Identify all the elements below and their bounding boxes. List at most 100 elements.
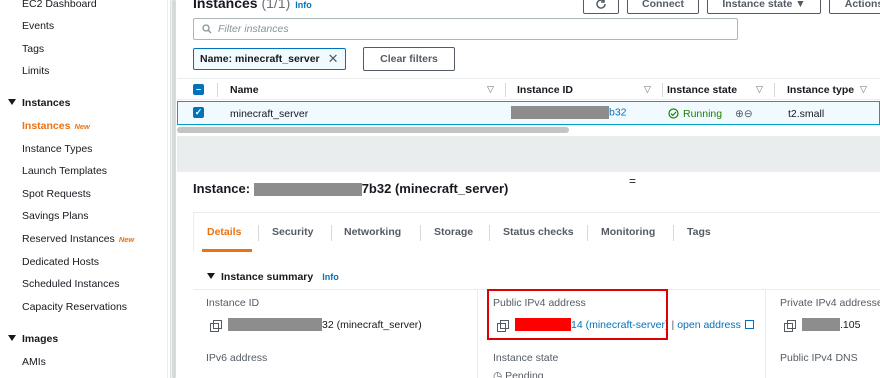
horizontal-scrollbar[interactable] bbox=[177, 127, 569, 133]
open-address-link[interactable]: open address bbox=[677, 319, 741, 331]
tab-tags[interactable]: Tags bbox=[687, 226, 711, 238]
column-header-instance-type[interactable]: Instance type bbox=[787, 84, 854, 96]
tab-divider bbox=[420, 225, 421, 241]
instance-state-button[interactable]: Instance state ▼ bbox=[707, 0, 821, 14]
table-header: – Name ▽ Instance ID ▽ Instance state ▽ … bbox=[177, 78, 880, 100]
pending-icon: ◷ bbox=[493, 370, 506, 378]
sidebar-item-events[interactable]: Events bbox=[22, 20, 54, 32]
select-all-checkbox[interactable]: – bbox=[193, 84, 204, 95]
filter-token[interactable]: Name: minecraft_server ✕ bbox=[193, 48, 346, 70]
zoom-icon[interactable]: ⊕⊖ bbox=[735, 108, 753, 120]
sidebar-item-dedicated-hosts[interactable]: Dedicated Hosts bbox=[22, 256, 99, 268]
instance-id-link[interactable]: b32 bbox=[609, 106, 627, 118]
cell-instance-state: Running ⊕⊖ bbox=[668, 108, 753, 120]
sidebar: EC2 Dashboard Events Tags Limits Instanc… bbox=[0, 0, 168, 378]
copy-icon[interactable] bbox=[784, 319, 796, 332]
tab-details[interactable]: Details bbox=[207, 226, 241, 238]
sidebar-item-limits[interactable]: Limits bbox=[22, 65, 49, 77]
redacted-block bbox=[802, 318, 840, 331]
detail-title-prefix: Instance: bbox=[193, 181, 251, 196]
private-ipv4-label: Private IPv4 addresse bbox=[780, 297, 880, 309]
state-text: Running bbox=[683, 108, 723, 120]
cell-instance-id[interactable]: b32 bbox=[511, 106, 627, 119]
close-icon[interactable]: ✕ bbox=[328, 51, 339, 67]
info-link[interactable]: Info bbox=[295, 0, 312, 10]
active-tab-indicator bbox=[202, 249, 252, 252]
sidebar-section-images[interactable]: Images bbox=[8, 333, 58, 345]
tab-divider bbox=[258, 225, 259, 241]
new-badge: New bbox=[74, 122, 90, 131]
tab-divider bbox=[673, 225, 674, 241]
sidebar-item-scheduled-instances[interactable]: Scheduled Instances bbox=[22, 278, 119, 290]
sidebar-item-tags[interactable]: Tags bbox=[22, 43, 44, 55]
search-placeholder: Filter instances bbox=[218, 23, 289, 35]
search-icon bbox=[202, 24, 212, 34]
refresh-icon bbox=[596, 0, 606, 9]
highlight-box bbox=[487, 289, 668, 340]
instance-summary-header[interactable]: Instance summary Info bbox=[207, 271, 339, 283]
table-row[interactable]: ✓ minecraft_server b32 Running ⊕⊖ t2.sma… bbox=[177, 101, 880, 125]
column-divider bbox=[477, 289, 478, 378]
instance-state-value: ◷ Pending bbox=[493, 370, 544, 378]
redacted-block bbox=[511, 106, 609, 119]
sort-icon[interactable]: ▽ bbox=[487, 84, 494, 95]
column-header-instance-state[interactable]: Instance state bbox=[667, 84, 737, 96]
detail-tabs: Details Security Networking Storage Stat… bbox=[193, 212, 880, 252]
sidebar-item-savings-plans[interactable]: Savings Plans bbox=[22, 210, 89, 222]
detail-title: Instance: 7b32 (minecraft_server) bbox=[193, 181, 508, 197]
instance-count: (1/1) bbox=[261, 0, 291, 11]
column-header-name[interactable]: Name bbox=[230, 84, 259, 96]
tab-divider bbox=[587, 225, 588, 241]
caret-down-icon bbox=[207, 273, 215, 279]
page-title: Instances (1/1) Info bbox=[193, 0, 312, 11]
refresh-button[interactable] bbox=[583, 0, 619, 14]
row-checkbox[interactable]: ✓ bbox=[193, 107, 204, 118]
sidebar-section-instances[interactable]: Instances bbox=[8, 97, 70, 109]
sort-icon[interactable]: ▽ bbox=[644, 84, 651, 95]
sidebar-item-capacity-reservations[interactable]: Capacity Reservations bbox=[22, 301, 127, 313]
state-text: Pending bbox=[505, 370, 544, 378]
instance-id-text: 32 (minecraft_server) bbox=[322, 318, 422, 331]
private-ipv4-text: .105 bbox=[840, 318, 861, 331]
sidebar-item-amis[interactable]: AMIs bbox=[22, 356, 46, 368]
column-divider bbox=[505, 83, 506, 97]
sort-icon[interactable]: ▽ bbox=[860, 84, 867, 95]
instance-state-label: Instance state bbox=[493, 352, 559, 364]
scrollbar-thumb[interactable] bbox=[172, 0, 176, 378]
tab-status-checks[interactable]: Status checks bbox=[503, 226, 574, 238]
tab-divider bbox=[489, 225, 490, 241]
sidebar-item-launch-templates[interactable]: Launch Templates bbox=[22, 165, 107, 177]
sidebar-item-reserved-instances[interactable]: Reserved Instances New bbox=[22, 233, 134, 245]
instance-id-value: 32 (minecraft_server) bbox=[210, 318, 422, 332]
sidebar-item-instance-types[interactable]: Instance Types bbox=[22, 143, 92, 155]
split-pane-divider[interactable] bbox=[177, 136, 880, 172]
sidebar-section-label: Images bbox=[22, 333, 59, 345]
sidebar-item-label: Reserved Instances bbox=[22, 233, 115, 245]
sidebar-item-instances[interactable]: Instances New bbox=[22, 120, 90, 132]
tab-networking[interactable]: Networking bbox=[344, 226, 401, 238]
filter-token-label: Name: minecraft_server bbox=[200, 53, 320, 65]
info-link[interactable]: Info bbox=[322, 272, 339, 282]
ipv6-label: IPv6 address bbox=[206, 352, 268, 364]
tab-security[interactable]: Security bbox=[272, 226, 313, 238]
redacted-block bbox=[253, 183, 362, 197]
tab-storage[interactable]: Storage bbox=[434, 226, 473, 238]
search-input[interactable]: Filter instances bbox=[193, 18, 738, 40]
new-badge: New bbox=[118, 235, 135, 244]
tab-monitoring[interactable]: Monitoring bbox=[601, 226, 655, 238]
actions-button[interactable]: Actions bbox=[829, 0, 880, 14]
caret-down-icon bbox=[8, 335, 16, 341]
sidebar-section-label: Instances bbox=[22, 97, 71, 109]
sidebar-scrollbar[interactable] bbox=[170, 0, 176, 378]
cell-instance-type: t2.small bbox=[788, 108, 825, 120]
clear-filters-button[interactable]: Clear filters bbox=[363, 47, 455, 71]
sort-icon[interactable]: ▽ bbox=[756, 84, 763, 95]
sidebar-item-spot-requests[interactable]: Spot Requests bbox=[22, 188, 91, 200]
connect-button[interactable]: Connect bbox=[627, 0, 699, 14]
column-divider bbox=[662, 83, 663, 97]
sidebar-item-ec2-dashboard[interactable]: EC2 Dashboard bbox=[22, 0, 97, 10]
drag-handle-icon[interactable]: = bbox=[629, 174, 636, 188]
column-header-instance-id[interactable]: Instance ID bbox=[517, 84, 573, 96]
caret-down-icon bbox=[8, 99, 16, 105]
copy-icon[interactable] bbox=[210, 319, 222, 332]
